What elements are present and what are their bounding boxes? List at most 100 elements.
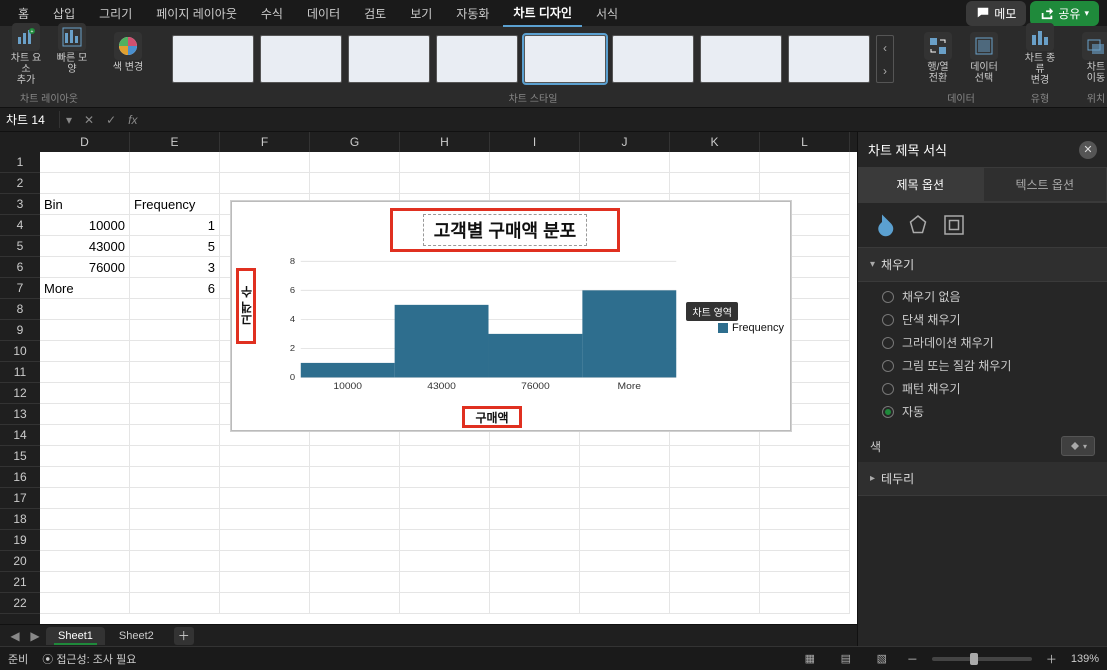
chart-xaxis-label[interactable]: 구매액 — [475, 409, 508, 426]
row-header-13[interactable]: 13 — [0, 404, 40, 425]
cell[interactable] — [40, 215, 130, 236]
cell[interactable] — [670, 551, 760, 572]
cell-E7[interactable]: 6 — [130, 278, 220, 299]
embedded-chart[interactable]: 고객별 구매액 분포 고객 수 구매액 차트 영역 Frequency 0246… — [231, 201, 791, 431]
cell[interactable] — [310, 152, 400, 173]
cell[interactable] — [40, 257, 130, 278]
col-header-G[interactable]: G — [310, 132, 400, 152]
tab-page-layout[interactable]: 페이지 레이아웃 — [146, 1, 247, 26]
chart-style-8[interactable] — [788, 35, 870, 83]
cell[interactable] — [130, 383, 220, 404]
row-header-3[interactable]: 3 — [0, 194, 40, 215]
sheet-tab-1[interactable]: Sheet1 — [46, 627, 105, 645]
radio-picture-fill[interactable]: 그림 또는 질감 채우기 — [882, 357, 1095, 374]
quick-layout-button[interactable]: 빠른 모양 — [52, 21, 92, 77]
cell[interactable] — [490, 593, 580, 614]
cell[interactable] — [760, 551, 850, 572]
chart-style-6[interactable] — [612, 35, 694, 83]
enter-icon[interactable]: ✓ — [100, 113, 122, 127]
cell[interactable] — [310, 509, 400, 530]
row-header-10[interactable]: 10 — [0, 341, 40, 362]
cell[interactable] — [220, 509, 310, 530]
cell[interactable] — [40, 572, 130, 593]
change-chart-type-button[interactable]: 차트 종류 변경 — [1020, 21, 1060, 88]
cell[interactable] — [130, 299, 220, 320]
cell[interactable] — [310, 593, 400, 614]
effects-icon[interactable] — [906, 213, 930, 237]
cell[interactable] — [760, 572, 850, 593]
cell[interactable] — [220, 173, 310, 194]
radio-auto-fill[interactable]: 자동 — [882, 403, 1095, 420]
cell[interactable] — [40, 173, 130, 194]
cell[interactable] — [220, 572, 310, 593]
cell[interactable] — [40, 488, 130, 509]
cell[interactable] — [220, 152, 310, 173]
cell[interactable] — [670, 530, 760, 551]
cell[interactable] — [400, 593, 490, 614]
cell[interactable] — [130, 488, 220, 509]
col-header-E[interactable]: E — [130, 132, 220, 152]
panel-close-button[interactable]: ✕ — [1079, 141, 1097, 159]
cell[interactable] — [760, 152, 850, 173]
cell[interactable] — [40, 299, 130, 320]
cell-E4[interactable]: 1 — [130, 215, 220, 236]
cell[interactable] — [40, 194, 130, 215]
radio-pattern-fill[interactable]: 패턴 채우기 — [882, 380, 1095, 397]
tab-review[interactable]: 검토 — [354, 1, 396, 26]
zoom-level[interactable]: 139% — [1071, 653, 1099, 665]
add-sheet-button[interactable]: ＋ — [174, 627, 194, 645]
cell[interactable] — [490, 446, 580, 467]
cell[interactable] — [220, 488, 310, 509]
cell[interactable] — [760, 173, 850, 194]
cell[interactable] — [490, 173, 580, 194]
tab-automate[interactable]: 자동화 — [446, 1, 499, 26]
cell[interactable] — [760, 593, 850, 614]
chevron-left-icon[interactable]: ‹ — [877, 36, 893, 59]
cell[interactable] — [130, 509, 220, 530]
chart-plot-area[interactable]: 02468100004300076000More — [282, 258, 680, 394]
row-header-17[interactable]: 17 — [0, 488, 40, 509]
cell[interactable] — [490, 509, 580, 530]
cell[interactable] — [580, 446, 670, 467]
cell[interactable] — [220, 467, 310, 488]
chart-style-5[interactable] — [524, 35, 606, 83]
cell[interactable] — [670, 488, 760, 509]
zoom-out-button[interactable]: － — [907, 651, 918, 667]
cell[interactable] — [130, 551, 220, 572]
cell[interactable] — [490, 467, 580, 488]
cell[interactable] — [670, 572, 760, 593]
cell[interactable] — [40, 425, 130, 446]
cell[interactable] — [40, 530, 130, 551]
cell[interactable] — [310, 530, 400, 551]
cell[interactable] — [130, 446, 220, 467]
fill-line-icon[interactable] — [870, 213, 894, 237]
row-header-1[interactable]: 1 — [0, 152, 40, 173]
cell[interactable] — [310, 467, 400, 488]
cell[interactable] — [40, 593, 130, 614]
radio-no-fill[interactable]: 채우기 없음 — [882, 288, 1095, 305]
add-chart-element-button[interactable]: + 차트 요소 추가 — [6, 21, 46, 88]
row-header-15[interactable]: 15 — [0, 446, 40, 467]
style-gallery-nav[interactable]: ‹ › — [876, 35, 894, 83]
radio-solid-fill[interactable]: 단색 채우기 — [882, 311, 1095, 328]
cell[interactable] — [760, 509, 850, 530]
select-all-cells[interactable] — [0, 132, 40, 152]
tab-draw[interactable]: 그리기 — [89, 1, 142, 26]
panel-tab-text-options[interactable]: 텍스트 옵션 — [983, 167, 1107, 202]
cell[interactable] — [40, 383, 130, 404]
col-header-F[interactable]: F — [220, 132, 310, 152]
tab-chart-design[interactable]: 차트 디자인 — [503, 0, 582, 27]
row-header-8[interactable]: 8 — [0, 299, 40, 320]
cell[interactable] — [310, 446, 400, 467]
cell[interactable] — [400, 551, 490, 572]
cell[interactable] — [130, 404, 220, 425]
cell[interactable] — [130, 173, 220, 194]
cell[interactable] — [400, 446, 490, 467]
cell[interactable] — [760, 467, 850, 488]
chart-style-2[interactable] — [260, 35, 342, 83]
chart-yaxis-label[interactable]: 고객 수 — [238, 286, 255, 325]
view-page-break-button[interactable]: ▧ — [871, 650, 893, 668]
switch-row-col-button[interactable]: 행/열 전환 — [918, 30, 958, 86]
status-accessibility[interactable]: ⦿ 접근성: 조사 필요 — [42, 651, 136, 667]
col-header-H[interactable]: H — [400, 132, 490, 152]
